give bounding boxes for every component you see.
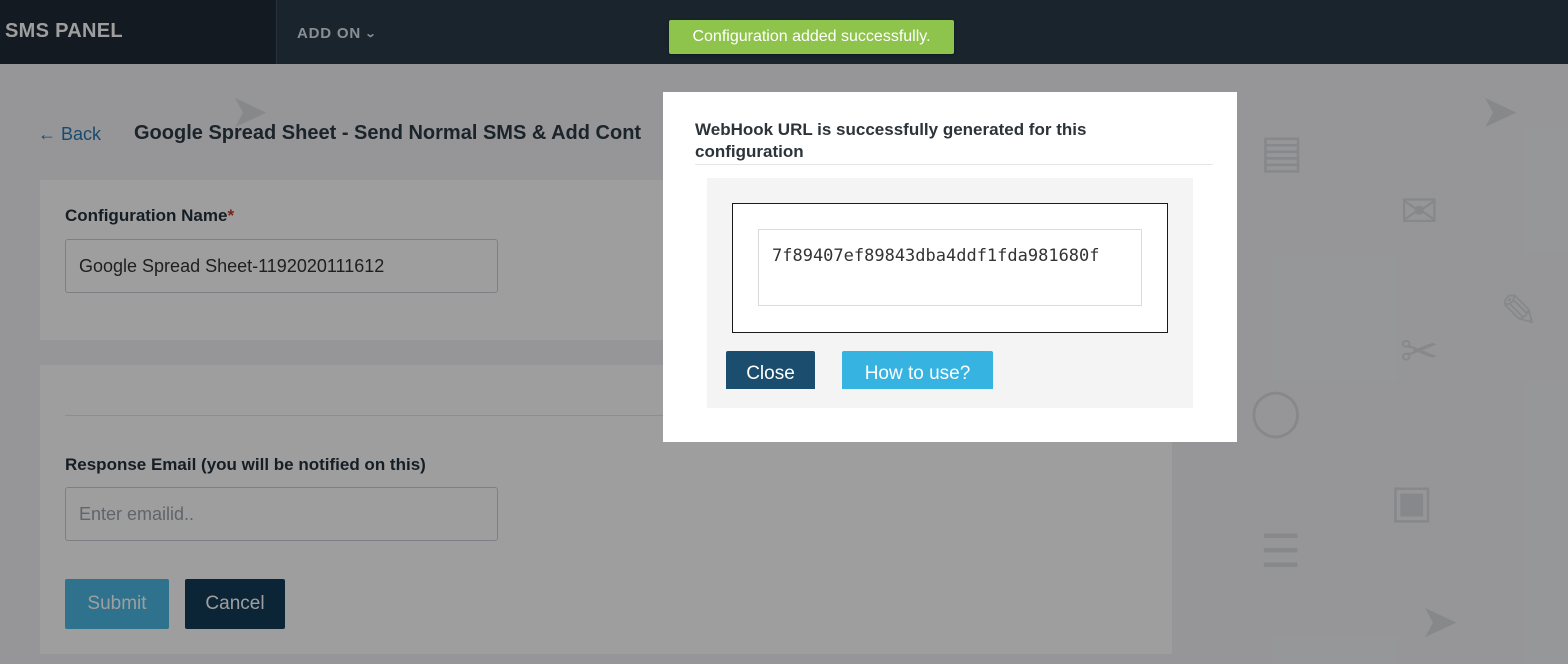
how-to-use-button[interactable]: How to use? bbox=[842, 351, 993, 389]
modal-body: 7f89407ef89843dba4ddf1fda981680f Close H… bbox=[707, 178, 1193, 408]
webhook-url-frame: 7f89407ef89843dba4ddf1fda981680f bbox=[732, 203, 1168, 333]
modal-divider bbox=[695, 164, 1213, 165]
webhook-url-box[interactable]: 7f89407ef89843dba4ddf1fda981680f bbox=[758, 229, 1142, 306]
close-button[interactable]: Close bbox=[726, 351, 815, 389]
success-toast: Configuration added successfully. bbox=[669, 20, 954, 54]
modal-title: WebHook URL is successfully generated fo… bbox=[695, 120, 1087, 161]
webhook-modal: WebHook URL is successfully generated fo… bbox=[663, 92, 1237, 442]
